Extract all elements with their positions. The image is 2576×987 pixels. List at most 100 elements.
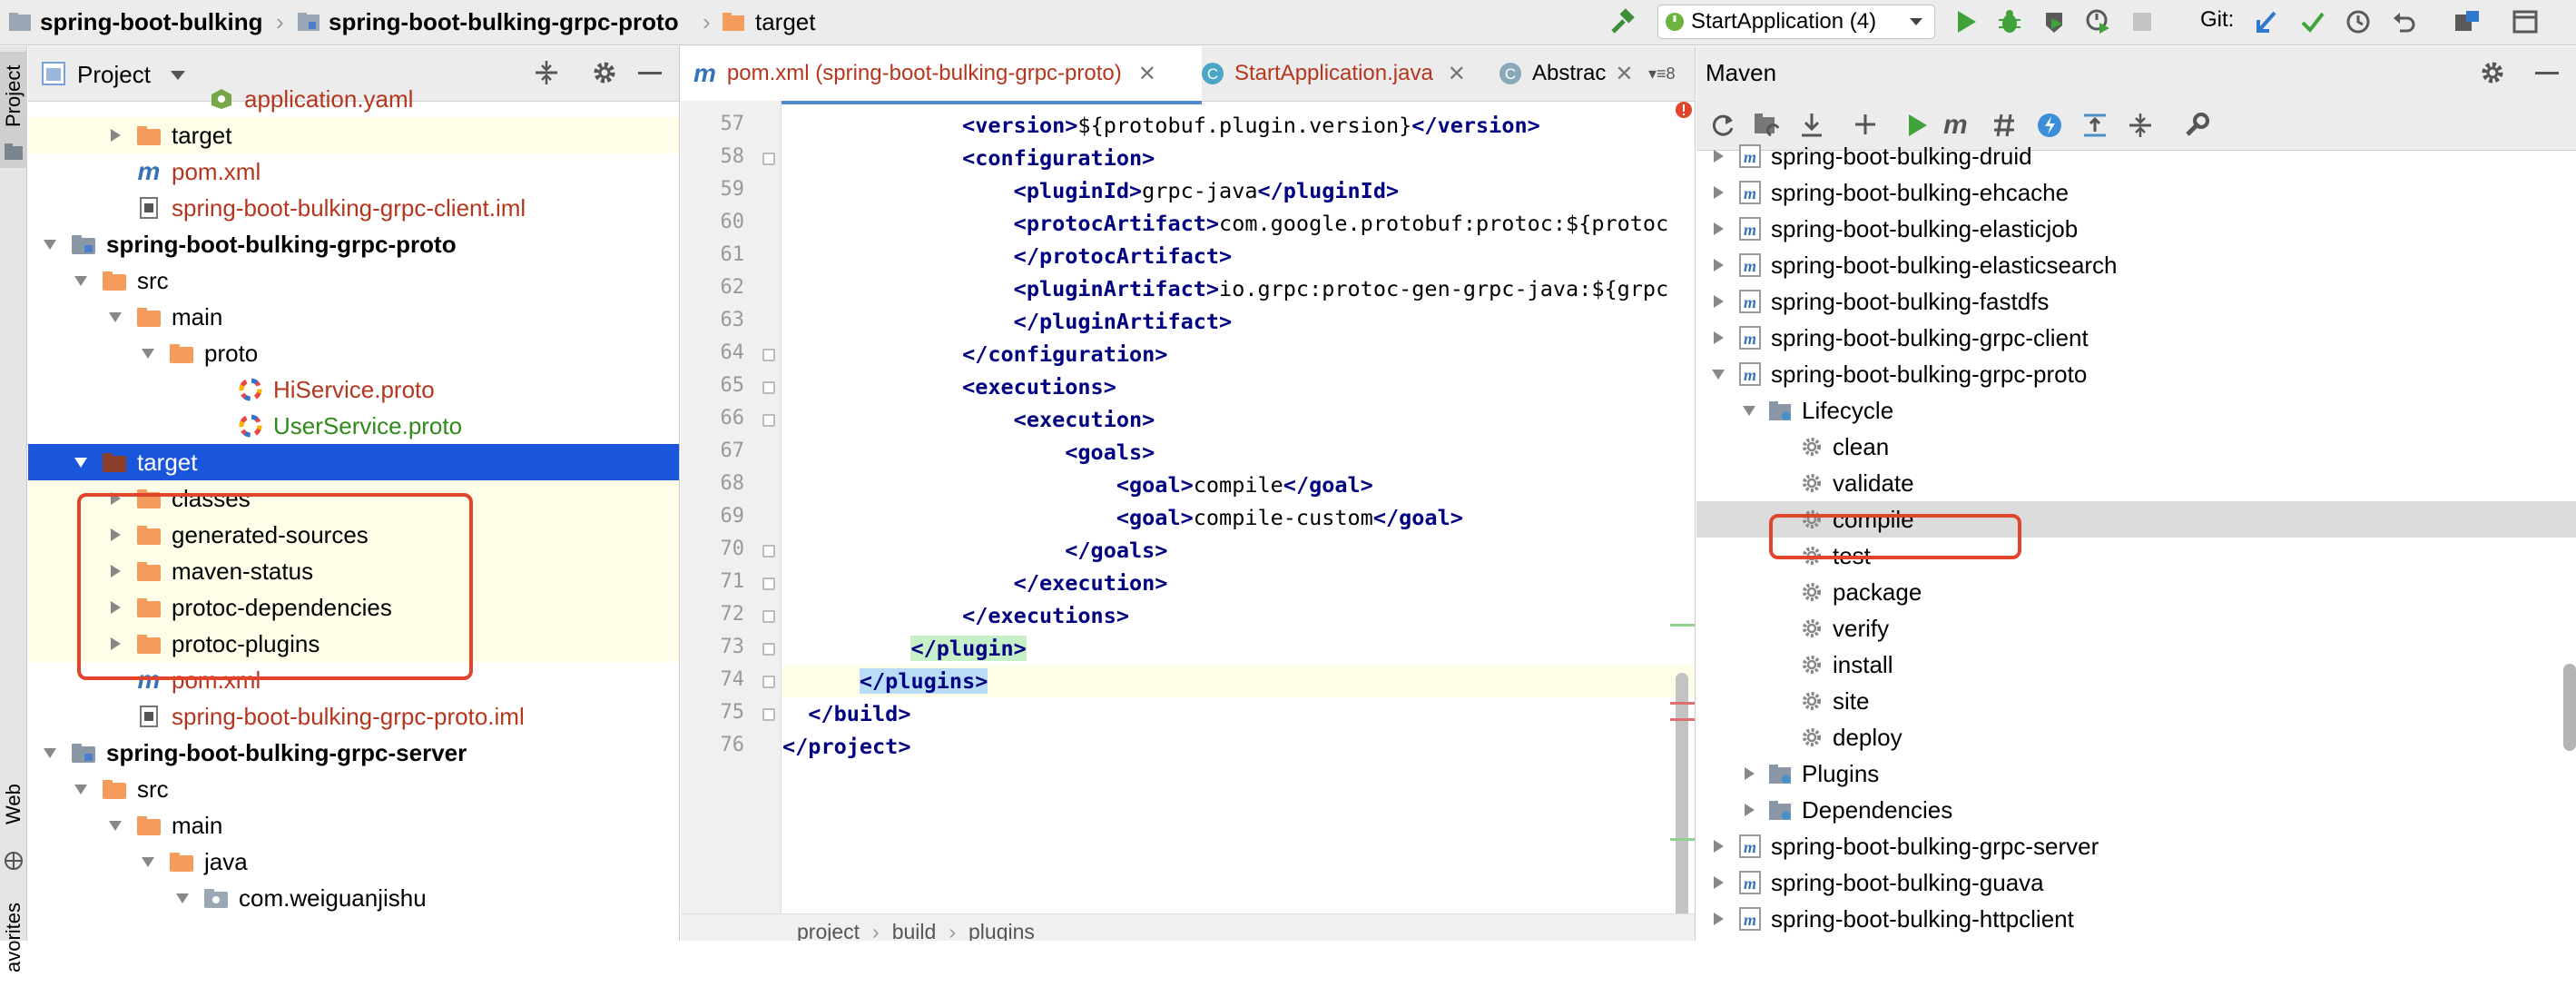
expand-arrow-icon[interactable] (106, 526, 124, 544)
lifecycle-goal[interactable]: site (1696, 683, 2576, 719)
reload-icon[interactable] (1709, 112, 1736, 139)
tree-row[interactable]: target (28, 444, 679, 480)
download-icon[interactable] (1798, 112, 1825, 139)
tree-row[interactable]: m spring-boot-bulking-grpc-proto (1696, 356, 2576, 392)
tab-abstract[interactable]: C Abstrac ✕ (1498, 46, 1643, 101)
tree-row[interactable]: spring-boot-bulking-grpc-proto.iml (28, 698, 679, 735)
code-line[interactable]: <version>${protobuf.plugin.version}</ver… (782, 109, 1695, 142)
generate-sources-icon[interactable] (1753, 112, 1782, 139)
lifecycle-goal[interactable]: clean (1696, 429, 2576, 465)
code-line[interactable]: </plugins> (782, 665, 1695, 697)
coverage-icon[interactable] (2039, 5, 2071, 38)
tree-row[interactable]: m spring-boot-bulking-ehcache (1696, 174, 2576, 211)
breadcrumb-item[interactable]: spring-boot-bulking-grpc-proto (329, 0, 679, 44)
code-line[interactable]: <goal>compile-custom</goal> (782, 501, 1695, 534)
collapse-arrow-icon[interactable] (139, 344, 157, 362)
code-line[interactable]: <configuration> (782, 142, 1695, 174)
collapse-arrow-icon[interactable] (106, 816, 124, 834)
code-line[interactable]: </goals> (782, 534, 1695, 567)
close-icon[interactable]: ✕ (1138, 61, 1156, 87)
wrench-icon[interactable] (2183, 112, 2210, 139)
fold-marker-icon[interactable] (762, 643, 775, 656)
tree-row[interactable]: Dependencies (1696, 792, 2576, 828)
tree-row[interactable]: Lifecycle (1696, 392, 2576, 429)
collapse-arrow-icon[interactable] (72, 780, 90, 798)
lifecycle-goal[interactable]: test (1696, 538, 2576, 574)
fold-marker-icon[interactable] (762, 349, 775, 361)
expand-arrow-icon[interactable] (1709, 147, 1727, 165)
collapse-arrow-icon[interactable] (41, 235, 59, 253)
tree-row[interactable]: generated-sources (28, 517, 679, 553)
show-dependencies-icon[interactable] (2081, 112, 2109, 139)
expand-arrow-icon[interactable] (106, 126, 124, 144)
fold-marker-icon[interactable] (762, 381, 775, 394)
tree-row[interactable]: maven-status (28, 553, 679, 589)
web-tool-tab[interactable]: Web (0, 764, 27, 845)
tree-row[interactable]: UserService.proto (28, 408, 679, 444)
collapse-arrow-icon[interactable] (72, 453, 90, 471)
scrollbar[interactable] (2563, 664, 2576, 751)
collapse-arrow-icon[interactable] (173, 889, 192, 907)
collapse-arrow-icon[interactable] (41, 744, 59, 762)
add-icon[interactable] (1853, 112, 1878, 137)
breadcrumb-item[interactable]: spring-boot-bulking (40, 0, 263, 44)
code-line[interactable]: </plugin> (782, 632, 1695, 665)
tree-row[interactable]: src (28, 771, 679, 807)
lifecycle-goal[interactable]: compile (1696, 501, 2576, 538)
tree-row[interactable]: src (28, 262, 679, 299)
minimize-icon[interactable] (2535, 72, 2559, 75)
stop-icon[interactable] (2126, 5, 2158, 38)
tree-row[interactable]: main (28, 299, 679, 335)
tree-row[interactable]: HiService.proto (28, 371, 679, 408)
expand-arrow-icon[interactable] (1740, 801, 1758, 819)
expand-arrow-icon[interactable] (106, 598, 124, 617)
lifecycle-goal[interactable]: package (1696, 574, 2576, 610)
code-line[interactable]: <executions> (782, 370, 1695, 403)
history-icon[interactable] (2342, 5, 2374, 38)
run-configuration-select[interactable]: StartApplication (4) (1657, 5, 1935, 39)
tree-row[interactable]: m spring-boot-bulking-guava (1696, 864, 2576, 901)
tree-row[interactable]: m spring-boot-bulking-httpclient (1696, 901, 2576, 937)
breadcrumb-item[interactable]: build (892, 920, 937, 941)
tree-row[interactable]: main (28, 807, 679, 844)
execute-goal-icon[interactable]: m (1943, 110, 1968, 141)
tree-row[interactable]: m spring-boot-bulking-grpc-client (1696, 320, 2576, 356)
fold-marker-icon[interactable] (762, 414, 775, 427)
toggle-offline-icon[interactable] (1991, 112, 2018, 139)
minimize-icon[interactable] (638, 72, 662, 75)
tree-row[interactable]: m spring-boot-bulking-grpc-server (1696, 828, 2576, 864)
tree-row[interactable]: protoc-dependencies (28, 589, 679, 626)
tree-row[interactable]: m spring-boot-bulking-elasticsearch (1696, 247, 2576, 283)
tree-row[interactable]: spring-boot-bulking-grpc-client.iml (28, 190, 679, 226)
rollback-icon[interactable] (2387, 5, 2420, 38)
collapse-arrow-icon[interactable] (139, 853, 157, 871)
project-structure-icon[interactable] (2451, 5, 2483, 38)
expand-arrow-icon[interactable] (1709, 873, 1727, 892)
gear-icon[interactable] (2479, 59, 2506, 86)
expand-arrow-icon[interactable] (106, 562, 124, 580)
scrollbar[interactable] (1676, 673, 1688, 941)
collapse-arrow-icon[interactable] (72, 271, 90, 290)
expand-arrow-icon[interactable] (1709, 220, 1727, 238)
code-line[interactable]: </configuration> (782, 338, 1695, 370)
tree-row[interactable]: spring-boot-bulking-grpc-proto (28, 226, 679, 262)
expand-arrow-icon[interactable] (106, 489, 124, 508)
chevron-down-icon[interactable] (170, 70, 186, 81)
fold-marker-icon[interactable] (762, 545, 775, 558)
code-line[interactable]: <pluginArtifact>io.grpc:protoc-gen-grpc-… (782, 272, 1695, 305)
code-line[interactable]: <pluginId>grpc-java</pluginId> (782, 174, 1695, 207)
profile-icon[interactable] (2082, 5, 2115, 38)
fold-marker-icon[interactable] (762, 610, 775, 623)
lifecycle-goal[interactable]: validate (1696, 465, 2576, 501)
git-commit-icon[interactable] (2296, 5, 2329, 38)
tree-row[interactable]: m pom.xml (28, 662, 679, 698)
expand-arrow-icon[interactable] (1740, 765, 1758, 783)
tree-row[interactable]: spring-boot-bulking-grpc-server (28, 735, 679, 771)
build-hammer-icon[interactable] (1607, 5, 1639, 38)
close-icon[interactable]: ✕ (1615, 61, 1633, 87)
favorites-tool-tab[interactable]: avorites (0, 887, 27, 987)
tree-row[interactable]: java (28, 844, 679, 880)
code-line[interactable]: </pluginArtifact> (782, 305, 1695, 338)
code-line[interactable]: <goals> (782, 436, 1695, 469)
lifecycle-goal[interactable]: verify (1696, 610, 2576, 646)
